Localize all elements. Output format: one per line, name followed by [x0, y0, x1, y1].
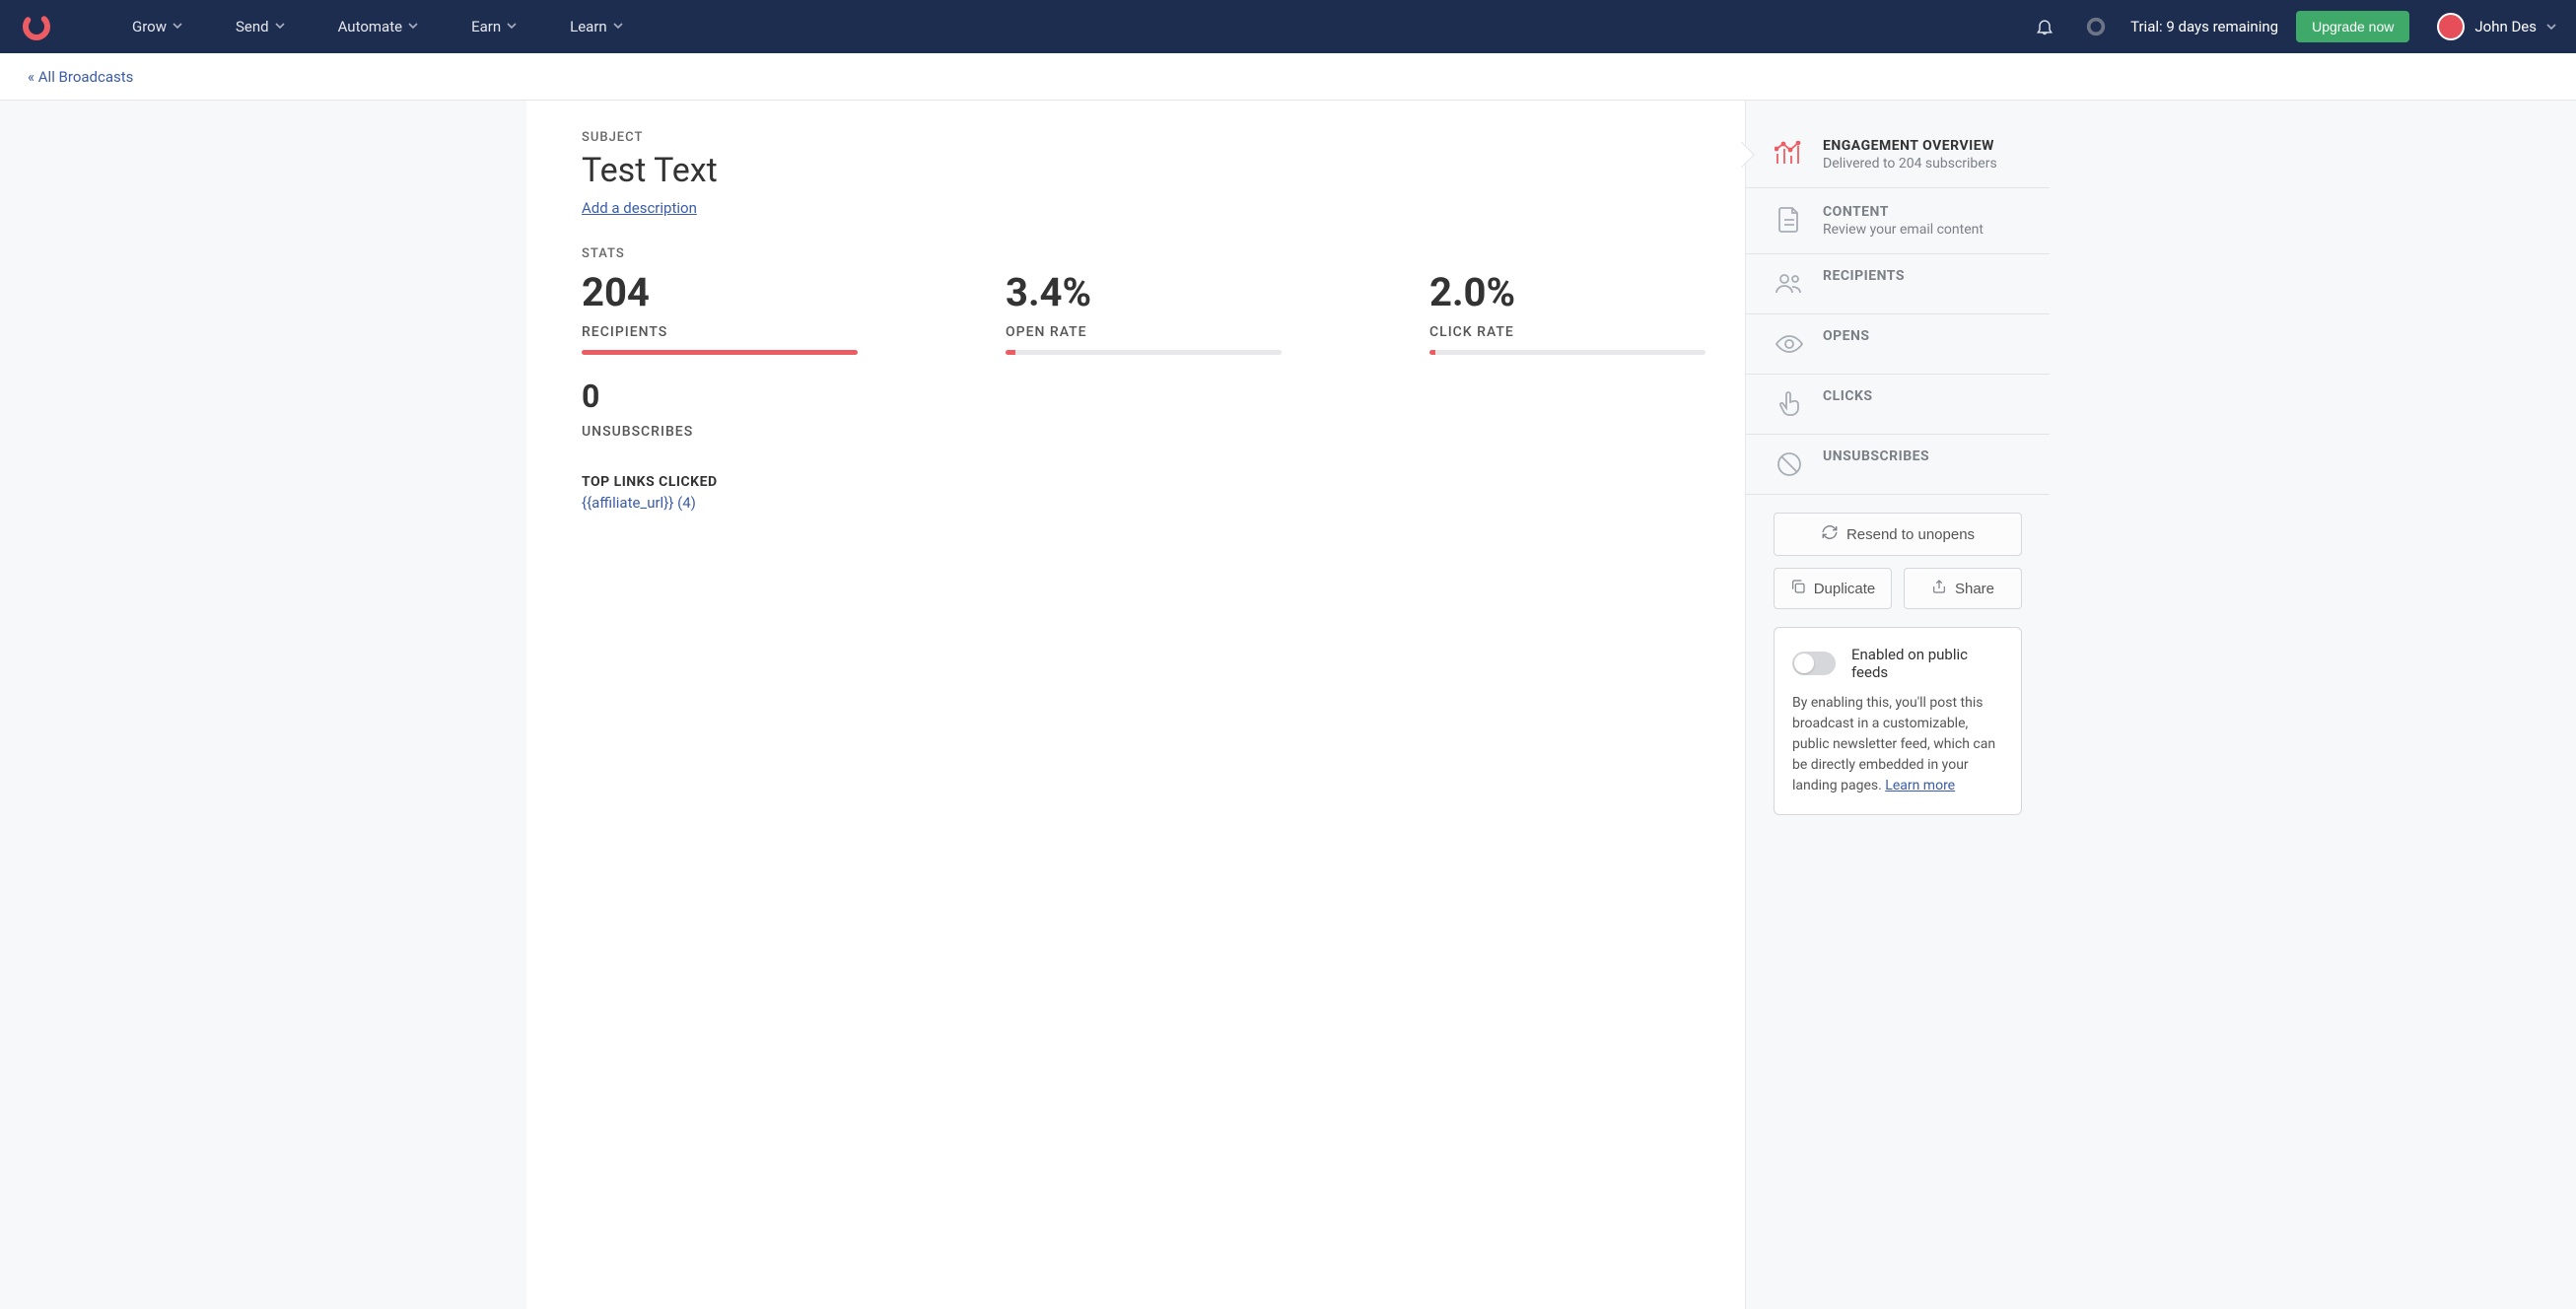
learn-more-link[interactable]: Learn more: [1885, 778, 1955, 793]
sidebar-item-subtitle: Review your email content: [1823, 222, 1984, 238]
stats-label: STATS: [582, 246, 1706, 261]
stat-value: 2.0%: [1429, 271, 1706, 314]
notifications-icon[interactable]: [2028, 10, 2061, 43]
sidebar-item-title: CLICKS: [1823, 388, 1873, 404]
sidebar-item-unsubscribes[interactable]: UNSUBSCRIBES: [1746, 435, 2050, 495]
chevron-down-icon: [613, 21, 625, 33]
stat-recipients: 204 RECIPIENTS: [582, 271, 858, 355]
trial-status: Trial: 9 days remaining: [2130, 18, 2278, 35]
sidebar-item-opens[interactable]: OPENS: [1746, 314, 2050, 375]
stat-unsubscribes: 0 UNSUBSCRIBES: [582, 379, 1706, 440]
public-feed-description: By enabling this, you'll post this broad…: [1792, 693, 2003, 796]
public-feed-toggle[interactable]: [1792, 652, 1836, 675]
share-icon: [1931, 579, 1947, 598]
back-link[interactable]: « All Broadcasts: [28, 68, 133, 86]
sidebar-item-clicks[interactable]: CLICKS: [1746, 375, 2050, 435]
sidebar-item-title: OPENS: [1823, 328, 1870, 344]
top-nav: Grow Send Automate Earn Learn Trial: 9 d…: [0, 0, 2576, 53]
upgrade-button[interactable]: Upgrade now: [2296, 11, 2409, 42]
chart-icon: [1774, 138, 1805, 170]
main-content: SUBJECT Test Text Add a description STAT…: [526, 101, 1746, 1309]
sidebar-item-engagement-overview[interactable]: ENGAGEMENT OVERVIEW Delivered to 204 sub…: [1746, 122, 2050, 188]
stat-click-rate: 2.0% CLICK RATE: [1429, 271, 1706, 355]
nav-grow[interactable]: Grow: [112, 10, 204, 43]
top-link-item[interactable]: {{affiliate_url}} (4): [582, 494, 1706, 512]
share-button[interactable]: Share: [1904, 568, 2022, 609]
sidebar-item-subtitle: Delivered to 204 subscribers: [1823, 156, 1997, 172]
sidebar-item-title: CONTENT: [1823, 204, 1984, 220]
chevron-down-icon: [173, 21, 184, 33]
subject-label: SUBJECT: [582, 130, 1706, 145]
sidebar-item-content[interactable]: CONTENT Review your email content: [1746, 188, 2050, 254]
top-links-heading: TOP LINKS CLICKED: [582, 474, 1706, 490]
progress-bar: [582, 350, 858, 355]
subnav: « All Broadcasts: [0, 53, 2576, 101]
nav-earn[interactable]: Earn: [452, 10, 538, 43]
nav-menu: Grow Send Automate Earn Learn: [112, 10, 645, 43]
refresh-icon: [1821, 523, 1839, 545]
progress-bar: [1006, 350, 1282, 355]
nav-send[interactable]: Send: [216, 10, 307, 43]
resend-button[interactable]: Resend to unopens: [1774, 513, 2022, 556]
duplicate-button[interactable]: Duplicate: [1774, 568, 1892, 609]
nav-automate[interactable]: Automate: [318, 10, 440, 43]
page-title: Test Text: [582, 151, 1706, 190]
status-ring-icon[interactable]: [2079, 10, 2113, 43]
stat-label: OPEN RATE: [1006, 324, 1282, 340]
stat-open-rate: 3.4% OPEN RATE: [1006, 271, 1282, 355]
stat-value: 3.4%: [1006, 271, 1282, 314]
sidebar-item-recipients[interactable]: RECIPIENTS: [1746, 254, 2050, 314]
logo[interactable]: [20, 10, 53, 43]
sidebar-item-title: ENGAGEMENT OVERVIEW: [1823, 138, 1997, 154]
chevron-down-icon: [507, 21, 519, 33]
chevron-down-icon: [275, 21, 287, 33]
copy-icon: [1790, 579, 1806, 598]
chevron-down-icon: [408, 21, 420, 33]
public-feed-box: Enabled on public feeds By enabling this…: [1774, 627, 2022, 815]
sidebar: ENGAGEMENT OVERVIEW Delivered to 204 sub…: [1746, 101, 2050, 1309]
avatar: [2437, 13, 2465, 40]
people-icon: [1774, 268, 1805, 300]
sidebar-item-title: UNSUBSCRIBES: [1823, 448, 1929, 464]
chevron-down-icon: [2546, 22, 2556, 32]
eye-icon: [1774, 328, 1805, 360]
stat-label: CLICK RATE: [1429, 324, 1706, 340]
public-feed-label: Enabled on public feeds: [1851, 646, 2003, 681]
user-menu[interactable]: John Des: [2427, 13, 2556, 40]
add-description-link[interactable]: Add a description: [582, 199, 697, 217]
ban-icon: [1774, 448, 1805, 480]
progress-bar: [1429, 350, 1706, 355]
stat-value: 204: [582, 271, 858, 314]
nav-learn[interactable]: Learn: [550, 10, 645, 43]
pointer-icon: [1774, 388, 1805, 420]
document-icon: [1774, 204, 1805, 236]
stat-label: RECIPIENTS: [582, 324, 858, 340]
user-name: John Des: [2474, 18, 2537, 35]
stat-value: 0: [582, 379, 1706, 414]
stat-label: UNSUBSCRIBES: [582, 424, 1706, 440]
sidebar-item-title: RECIPIENTS: [1823, 268, 1905, 284]
